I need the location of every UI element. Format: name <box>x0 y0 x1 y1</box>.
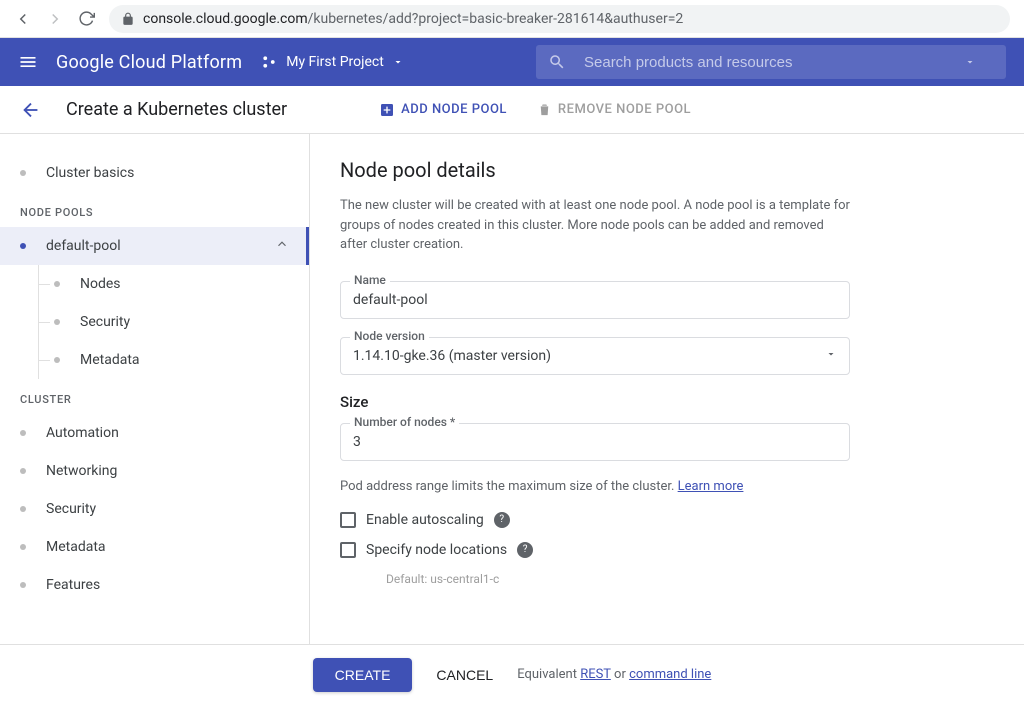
bullet-icon <box>54 357 60 363</box>
search-input[interactable] <box>584 54 964 71</box>
platform-title: Google Cloud Platform <box>56 52 242 73</box>
version-field-wrap: Node version 1.14.10-gke.36 (master vers… <box>340 337 850 375</box>
locations-label: Specify node locations <box>366 542 507 558</box>
browser-forward-icon[interactable] <box>46 10 64 28</box>
sidebar-heading-cluster: CLUSTER <box>0 379 309 414</box>
sidebar-item-cluster-basics[interactable]: Cluster basics <box>0 154 309 192</box>
sidebar-item-automation[interactable]: Automation <box>0 414 309 452</box>
commandline-link[interactable]: command line <box>629 667 711 682</box>
nodes-label: Number of nodes * <box>350 415 459 429</box>
lock-icon <box>121 12 135 26</box>
bullet-icon <box>20 544 26 550</box>
caret-down-icon <box>825 348 837 364</box>
bullet-icon <box>20 170 26 176</box>
helper-text: Pod address range limits the maximum siz… <box>340 479 994 494</box>
search-icon <box>548 53 566 71</box>
trash-icon <box>537 102 552 117</box>
main-title: Node pool details <box>340 158 994 182</box>
sidebar-item-security[interactable]: Security <box>0 490 309 528</box>
bullet-icon <box>54 281 60 287</box>
caret-down-icon[interactable] <box>964 56 976 68</box>
sidebar-item-nodes[interactable]: Nodes <box>0 265 309 303</box>
autoscaling-row: Enable autoscaling ? <box>340 512 994 528</box>
project-icon <box>260 53 278 71</box>
gcp-header: Google Cloud Platform My First Project <box>0 38 1024 86</box>
bullet-icon <box>20 582 26 588</box>
subheader: Create a Kubernetes cluster ADD NODE POO… <box>0 86 1024 134</box>
project-picker[interactable]: My First Project <box>260 53 404 71</box>
autoscaling-label: Enable autoscaling <box>366 512 484 528</box>
create-button[interactable]: CREATE <box>313 658 413 692</box>
plus-square-icon <box>379 102 395 118</box>
caret-down-icon <box>392 56 404 68</box>
locations-row: Specify node locations ? <box>340 542 994 558</box>
version-label: Node version <box>350 329 429 343</box>
help-icon[interactable]: ? <box>517 542 533 558</box>
name-field-wrap: Name default-pool <box>340 281 850 319</box>
browser-reload-icon[interactable] <box>78 10 95 27</box>
remove-node-pool-button[interactable]: REMOVE NODE POOL <box>537 102 691 118</box>
sidebar-item-networking[interactable]: Networking <box>0 452 309 490</box>
default-location-hint: Default: us-central1-c <box>386 572 994 586</box>
name-label: Name <box>350 273 390 287</box>
equivalent-text: Equivalent REST or command line <box>517 667 711 682</box>
search-box[interactable] <box>536 45 1006 79</box>
cancel-button[interactable]: CANCEL <box>436 667 493 683</box>
project-name: My First Project <box>286 54 384 70</box>
chevron-up-icon <box>275 237 289 255</box>
sidebar-item-features[interactable]: Features <box>0 566 309 604</box>
sidebar-item-pool-metadata[interactable]: Metadata <box>0 341 309 379</box>
size-heading: Size <box>340 393 994 411</box>
bullet-icon <box>20 506 26 512</box>
autoscaling-checkbox[interactable] <box>340 512 356 528</box>
bullet-icon <box>20 243 26 249</box>
main-panel: Node pool details The new cluster will b… <box>310 134 1024 644</box>
back-arrow-icon[interactable] <box>20 99 42 121</box>
sidebar-item-metadata[interactable]: Metadata <box>0 528 309 566</box>
footer: CREATE CANCEL Equivalent REST or command… <box>0 644 1024 704</box>
browser-toolbar: console.cloud.google.com/kubernetes/add?… <box>0 0 1024 38</box>
nodes-field-wrap: Number of nodes * 3 <box>340 423 850 461</box>
bullet-icon <box>20 430 26 436</box>
address-bar[interactable]: console.cloud.google.com/kubernetes/add?… <box>109 5 1010 33</box>
hamburger-icon[interactable] <box>18 52 38 72</box>
add-node-pool-button[interactable]: ADD NODE POOL <box>379 102 507 118</box>
learn-more-link[interactable]: Learn more <box>678 479 744 494</box>
sidebar: Cluster basics NODE POOLS default-pool N… <box>0 134 310 644</box>
url-text: console.cloud.google.com/kubernetes/add?… <box>143 11 683 27</box>
sidebar-item-pool-security[interactable]: Security <box>0 303 309 341</box>
locations-checkbox[interactable] <box>340 542 356 558</box>
bullet-icon <box>54 319 60 325</box>
help-icon[interactable]: ? <box>494 512 510 528</box>
page-title: Create a Kubernetes cluster <box>66 99 287 120</box>
name-input[interactable]: default-pool <box>340 281 850 319</box>
rest-link[interactable]: REST <box>580 667 611 682</box>
sidebar-heading-node-pools: NODE POOLS <box>0 192 309 227</box>
main-description: The new cluster will be created with at … <box>340 196 850 255</box>
browser-back-icon[interactable] <box>14 10 32 28</box>
sidebar-item-default-pool[interactable]: default-pool <box>0 227 309 265</box>
bullet-icon <box>20 468 26 474</box>
